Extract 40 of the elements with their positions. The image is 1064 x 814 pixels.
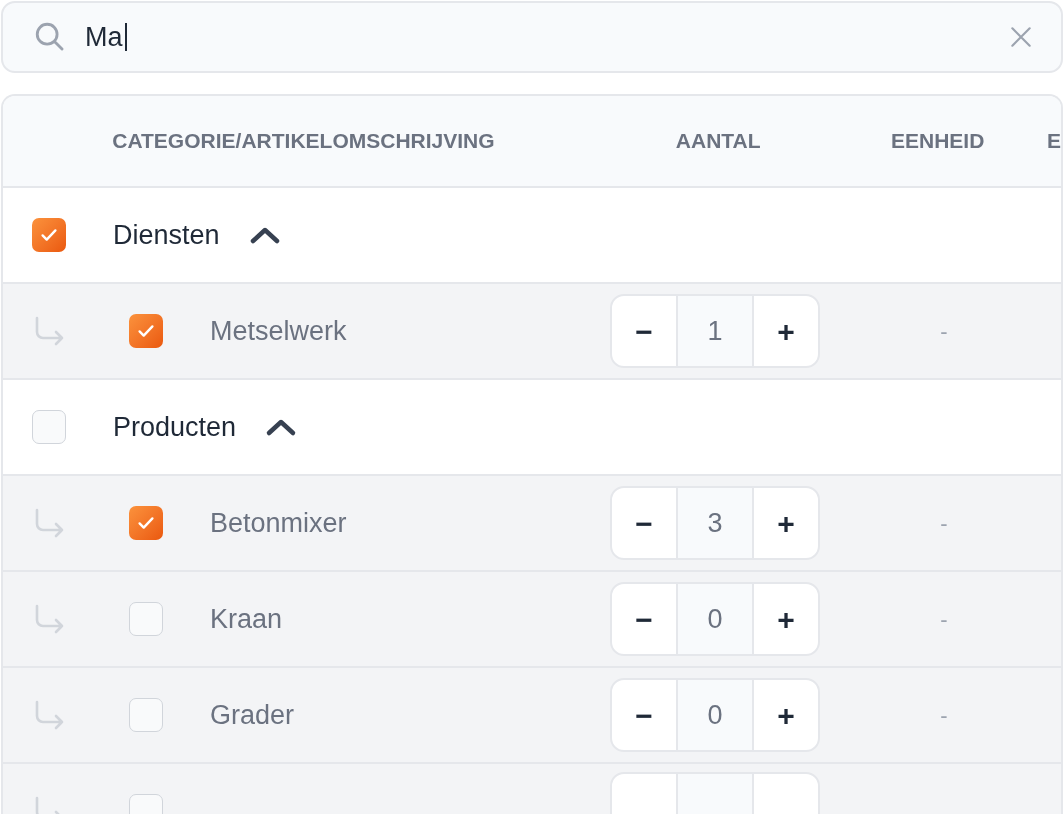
item-name: Betonmixer bbox=[210, 507, 347, 538]
increment-button[interactable]: + bbox=[754, 488, 818, 558]
quantity-value: 0 bbox=[676, 680, 754, 750]
quantity-value: 0 bbox=[676, 584, 754, 654]
unit-value: - bbox=[940, 701, 948, 730]
increment-button[interactable]: + bbox=[754, 296, 818, 366]
sub-arrow-icon bbox=[33, 507, 65, 539]
unit-value: - bbox=[940, 509, 948, 538]
group-name: Diensten bbox=[113, 218, 220, 252]
quantity-value: 3 bbox=[676, 488, 754, 558]
item-name: Kraan bbox=[210, 603, 283, 634]
group-name: Producten bbox=[113, 410, 237, 444]
chevron-up-icon bbox=[265, 417, 298, 437]
checkbox[interactable] bbox=[129, 698, 163, 732]
decrement-button[interactable]: − bbox=[612, 488, 676, 558]
chevron-up-icon bbox=[248, 225, 281, 245]
item-name: Grader bbox=[210, 699, 295, 730]
unit-value: - bbox=[940, 605, 948, 634]
checkbox[interactable] bbox=[129, 506, 163, 540]
sub-arrow-icon bbox=[33, 315, 65, 347]
checkbox[interactable] bbox=[32, 218, 66, 252]
column-header: EENHEID bbox=[891, 128, 985, 155]
column-header: E bbox=[1047, 129, 1061, 153]
quantity-value: 1 bbox=[676, 296, 754, 366]
decrement-button[interactable]: − bbox=[612, 680, 676, 750]
increment-button[interactable]: + bbox=[754, 680, 818, 750]
decrement-button[interactable]: − bbox=[612, 584, 676, 654]
column-header: AANTAL bbox=[675, 128, 761, 155]
checkbox[interactable] bbox=[129, 314, 163, 348]
item-name: Metselwerk bbox=[210, 315, 347, 346]
checkbox[interactable] bbox=[129, 602, 163, 636]
sub-arrow-icon bbox=[33, 603, 65, 635]
unit-value: - bbox=[940, 317, 948, 346]
increment-button[interactable]: + bbox=[754, 584, 818, 654]
decrement-button[interactable]: − bbox=[612, 296, 676, 366]
close-icon bbox=[1008, 24, 1034, 50]
column-header: CATEGORIE/ARTIKELOMSCHRIJVING bbox=[112, 129, 495, 153]
search-field[interactable]: Ma bbox=[1, 1, 1063, 73]
sub-arrow-icon bbox=[33, 699, 65, 731]
checkbox[interactable] bbox=[32, 410, 66, 444]
